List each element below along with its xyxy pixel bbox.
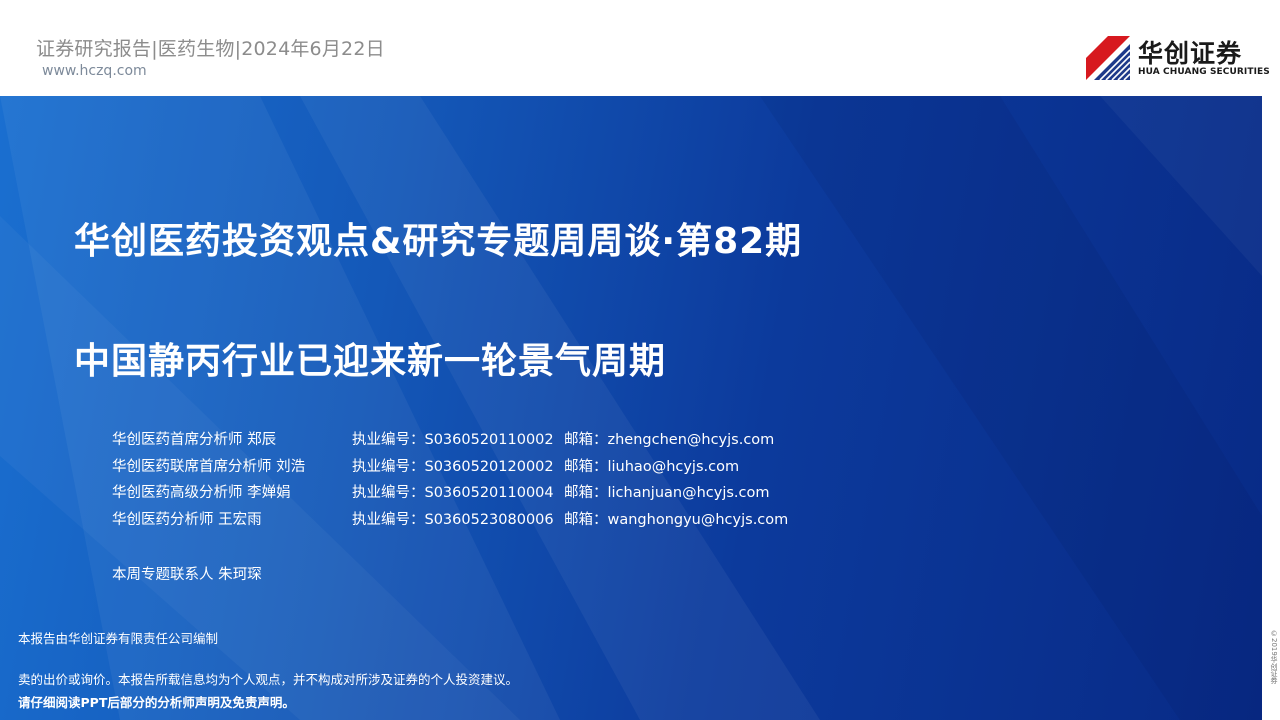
issuer-statement: 本报告由华创证券有限责任公司编制 xyxy=(18,631,219,646)
banner-light-rays xyxy=(0,96,1262,720)
report-title: 华创医药投资观点&研究专题周周谈·第82期 xyxy=(74,221,803,262)
analyst-name: 华创医药分析师 王宏雨 xyxy=(112,511,262,528)
hcz-logo-icon xyxy=(1086,36,1130,80)
analyst-name: 华创医药联席首席分析师 刘浩 xyxy=(112,458,306,475)
header: 证券研究报告|医药生物|2024年6月22日 www.hczq.com 华创证券… xyxy=(0,0,1280,96)
weekly-topic-contact: 本周专题联系人 朱珂琛 xyxy=(112,567,262,583)
right-margin-strip xyxy=(1262,96,1280,720)
analyst-email[interactable]: 邮箱：zhengchen@hcyjs.com xyxy=(564,428,774,449)
report-subtitle: 中国静丙行业已迎来新一轮景气周期 xyxy=(74,341,667,382)
side-copyright-note: ©2019华创证券 xyxy=(1270,630,1278,684)
analyst-email[interactable]: 邮箱：liuhao@hcyjs.com xyxy=(564,455,739,476)
report-cover: 证券研究报告|医药生物|2024年6月22日 www.hczq.com 华创证券… xyxy=(0,0,1280,720)
logo-name-cn: 华创证券 xyxy=(1138,39,1243,68)
company-logo: 华创证券 HUA CHUANG SECURITIES xyxy=(1086,36,1270,82)
analyst-license: 执业编号：S0360520110004 xyxy=(352,485,554,502)
analyst-name: 华创医药高级分析师 李婵娟 xyxy=(112,485,291,502)
disclaimer-notice: 请仔细阅读PPT后部分的分析师声明及免责声明。 xyxy=(18,695,295,710)
analyst-license: 执业编号：S0360520120002 xyxy=(352,458,554,475)
analyst-email[interactable]: 邮箱：lichanjuan@hcyjs.com xyxy=(564,481,770,502)
cover-banner xyxy=(0,96,1262,720)
analyst-email[interactable]: 邮箱：wanghongyu@hcyjs.com xyxy=(564,508,788,529)
website-link[interactable]: www.hczq.com xyxy=(42,63,147,79)
logo-name-en: HUA CHUANG SECURITIES xyxy=(1138,67,1270,77)
disclaimer-text: 卖的出价或询价。本报告所载信息均为个人观点，并不构成对所涉及证券的个人投资建议。 xyxy=(18,672,519,687)
analyst-license: 执业编号：S0360520110002 xyxy=(352,432,554,448)
analyst-license: 执业编号：S0360523080006 xyxy=(352,511,554,528)
analyst-name: 华创医药首席分析师 郑辰 xyxy=(112,432,277,448)
report-category-date: 证券研究报告|医药生物|2024年6月22日 xyxy=(36,38,385,60)
